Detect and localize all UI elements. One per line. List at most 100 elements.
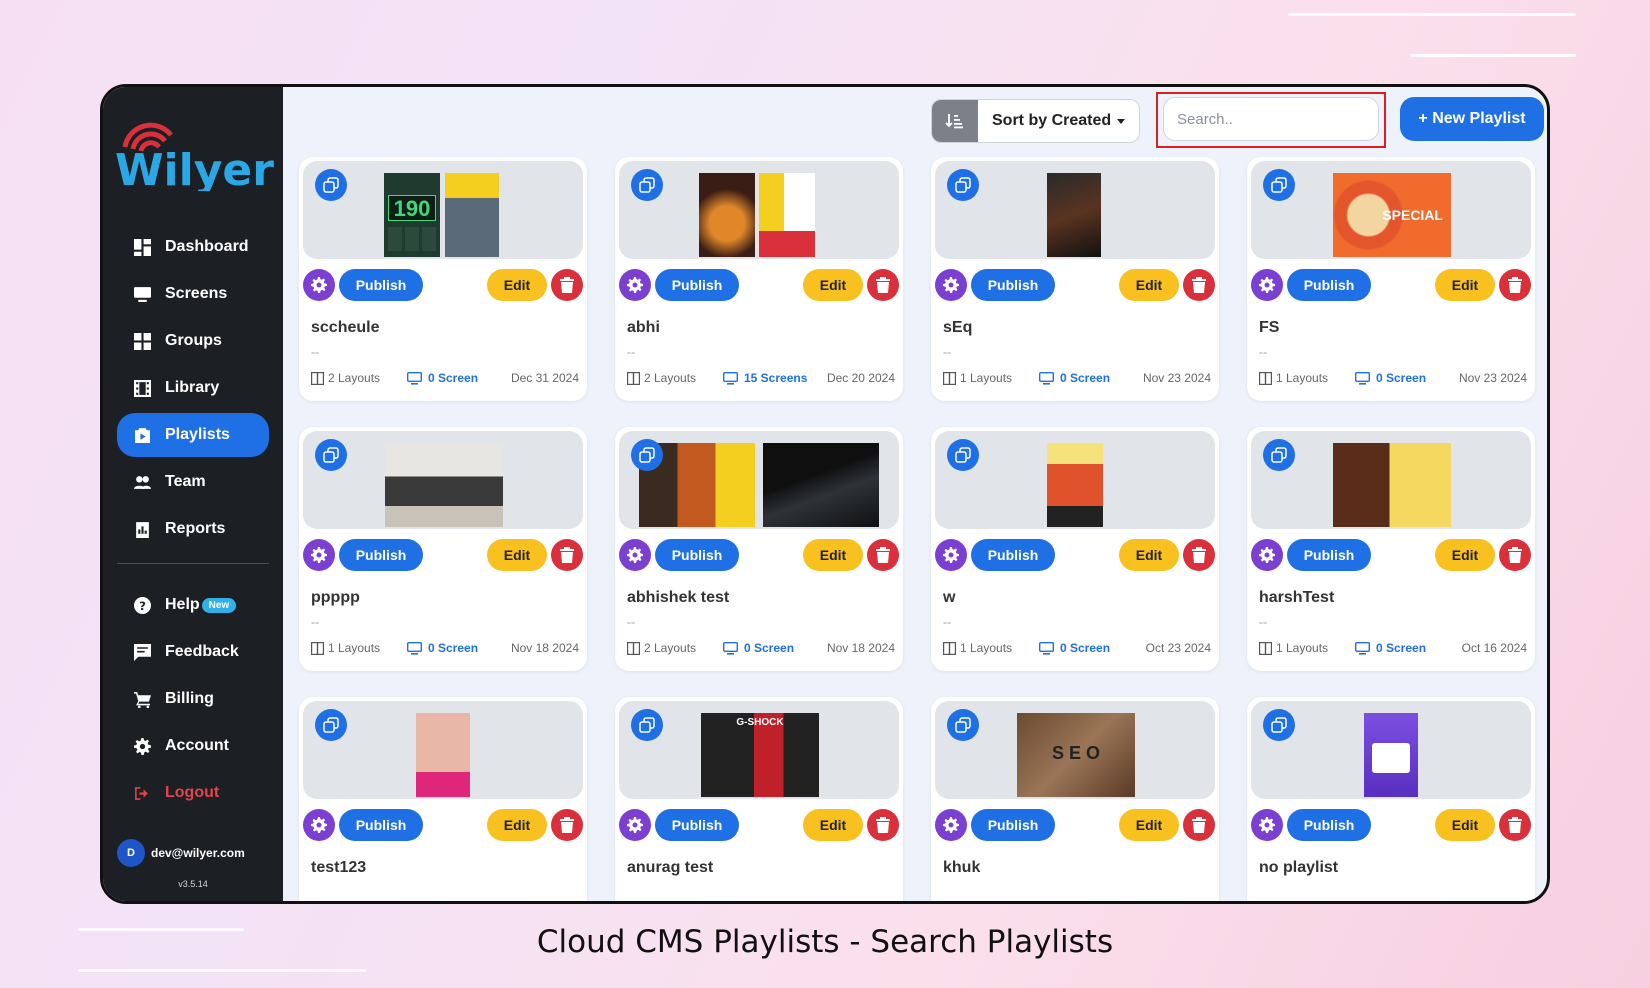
publish-button[interactable]: Publish xyxy=(971,539,1055,571)
sidebar-item-help[interactable]: ? Help New xyxy=(117,583,269,627)
edit-button[interactable]: Edit xyxy=(803,269,863,301)
screens-link[interactable]: 0 Screen xyxy=(1355,371,1426,385)
screens-link[interactable]: 0 Screen xyxy=(407,371,478,385)
edit-button[interactable]: Edit xyxy=(487,539,547,571)
sidebar-item-logout[interactable]: Logout xyxy=(117,771,269,815)
sidebar-item-library[interactable]: Library xyxy=(117,366,269,410)
settings-button[interactable] xyxy=(1251,539,1283,571)
edit-button[interactable]: Edit xyxy=(1435,269,1495,301)
delete-button[interactable] xyxy=(867,809,899,841)
duplicate-button[interactable] xyxy=(947,169,979,201)
duplicate-button[interactable] xyxy=(631,169,663,201)
delete-button[interactable] xyxy=(551,539,583,571)
publish-button[interactable]: Publish xyxy=(339,269,423,301)
publish-button[interactable]: Publish xyxy=(339,539,423,571)
wilyer-logo[interactable]: Wilyer xyxy=(115,113,275,196)
sidebar-item-billing[interactable]: Billing xyxy=(117,677,269,721)
sidebar-item-account[interactable]: Account xyxy=(117,724,269,768)
settings-button[interactable] xyxy=(935,539,967,571)
screens-link[interactable]: 0 Screen xyxy=(723,641,794,655)
settings-button[interactable] xyxy=(935,809,967,841)
delete-button[interactable] xyxy=(867,269,899,301)
duplicate-button[interactable] xyxy=(947,439,979,471)
delete-button[interactable] xyxy=(551,809,583,841)
settings-button[interactable] xyxy=(619,269,651,301)
playlist-card[interactable]: Publish Edit sEq -- 1 Layouts 0 Screen N… xyxy=(931,157,1219,401)
new-playlist-button[interactable]: + New Playlist xyxy=(1400,97,1544,141)
edit-button[interactable]: Edit xyxy=(487,269,547,301)
playlist-card[interactable]: Publish Edit w -- 1 Layouts 0 Screen Oct… xyxy=(931,427,1219,671)
publish-button[interactable]: Publish xyxy=(339,809,423,841)
duplicate-button[interactable] xyxy=(1263,169,1295,201)
playlist-card[interactable]: Publish Edit test123 xyxy=(299,697,587,901)
publish-button[interactable]: Publish xyxy=(655,269,739,301)
edit-button[interactable]: Edit xyxy=(803,809,863,841)
settings-button[interactable] xyxy=(303,269,335,301)
playlist-card[interactable]: Publish Edit ppppp -- 1 Layouts 0 Screen… xyxy=(299,427,587,671)
publish-button[interactable]: Publish xyxy=(1287,809,1371,841)
settings-button[interactable] xyxy=(1251,809,1283,841)
settings-button[interactable] xyxy=(935,269,967,301)
publish-button[interactable]: Publish xyxy=(971,809,1055,841)
edit-button[interactable]: Edit xyxy=(803,539,863,571)
publish-button[interactable]: Publish xyxy=(1287,269,1371,301)
sidebar-item-dashboard[interactable]: Dashboard xyxy=(117,225,269,269)
playlist-card[interactable]: G-SHOCK Publish Edit anurag test xyxy=(615,697,903,901)
sidebar-item-reports[interactable]: Reports xyxy=(117,507,269,551)
settings-button[interactable] xyxy=(303,809,335,841)
sort-direction-button[interactable] xyxy=(932,100,978,142)
search-input[interactable] xyxy=(1163,97,1379,141)
playlist-card[interactable]: 190 Publish Edit sccheule -- 2 Layouts 0… xyxy=(299,157,587,401)
thumbnail-image xyxy=(416,713,470,797)
duplicate-button[interactable] xyxy=(631,709,663,741)
edit-button[interactable]: Edit xyxy=(487,809,547,841)
duplicate-button[interactable] xyxy=(315,439,347,471)
playlist-card[interactable]: Publish Edit no playlist xyxy=(1247,697,1535,901)
user-profile[interactable]: D dev@wilyer.com xyxy=(117,839,245,867)
settings-button[interactable] xyxy=(619,809,651,841)
sidebar-item-screens[interactable]: Screens xyxy=(117,272,269,316)
delete-button[interactable] xyxy=(551,269,583,301)
playlist-card[interactable]: Publish Edit abhishek test -- 2 Layouts … xyxy=(615,427,903,671)
publish-button[interactable]: Publish xyxy=(655,539,739,571)
sidebar-item-feedback[interactable]: Feedback xyxy=(117,630,269,674)
delete-button[interactable] xyxy=(1499,809,1531,841)
delete-button[interactable] xyxy=(1499,539,1531,571)
delete-button[interactable] xyxy=(867,539,899,571)
sidebar-item-playlists[interactable]: Playlists xyxy=(117,413,269,457)
edit-button[interactable]: Edit xyxy=(1435,539,1495,571)
publish-button[interactable]: Publish xyxy=(1287,539,1371,571)
playlist-card[interactable]: Publish Edit abhi -- 2 Layouts 15 Screen… xyxy=(615,157,903,401)
duplicate-button[interactable] xyxy=(1263,439,1295,471)
sort-dropdown[interactable]: Sort by Created xyxy=(978,100,1139,142)
delete-button[interactable] xyxy=(1183,269,1215,301)
settings-button[interactable] xyxy=(1251,269,1283,301)
playlist-card[interactable]: SPECIAL Publish Edit FS -- 1 Layouts 0 S… xyxy=(1247,157,1535,401)
edit-button[interactable]: Edit xyxy=(1119,539,1179,571)
delete-button[interactable] xyxy=(1183,539,1215,571)
screens-link[interactable]: 0 Screen xyxy=(1039,641,1110,655)
settings-button[interactable] xyxy=(619,539,651,571)
thumbnail-image xyxy=(445,173,499,257)
settings-button[interactable] xyxy=(303,539,335,571)
screens-link[interactable]: 0 Screen xyxy=(1355,641,1426,655)
delete-button[interactable] xyxy=(1499,269,1531,301)
edit-button[interactable]: Edit xyxy=(1119,809,1179,841)
duplicate-button[interactable] xyxy=(947,709,979,741)
duplicate-button[interactable] xyxy=(1263,709,1295,741)
screens-link[interactable]: 0 Screen xyxy=(1039,371,1110,385)
duplicate-button[interactable] xyxy=(631,439,663,471)
delete-button[interactable] xyxy=(1183,809,1215,841)
screens-link[interactable]: 0 Screen xyxy=(407,641,478,655)
duplicate-button[interactable] xyxy=(315,709,347,741)
sidebar-item-team[interactable]: Team xyxy=(117,460,269,504)
edit-button[interactable]: Edit xyxy=(1435,809,1495,841)
duplicate-button[interactable] xyxy=(315,169,347,201)
sidebar-item-groups[interactable]: Groups xyxy=(117,319,269,363)
playlist-card[interactable]: S E O Publish Edit khuk xyxy=(931,697,1219,901)
edit-button[interactable]: Edit xyxy=(1119,269,1179,301)
screens-link[interactable]: 15 Screens xyxy=(723,371,807,385)
publish-button[interactable]: Publish xyxy=(971,269,1055,301)
playlist-card[interactable]: Publish Edit harshTest -- 1 Layouts 0 Sc… xyxy=(1247,427,1535,671)
publish-button[interactable]: Publish xyxy=(655,809,739,841)
